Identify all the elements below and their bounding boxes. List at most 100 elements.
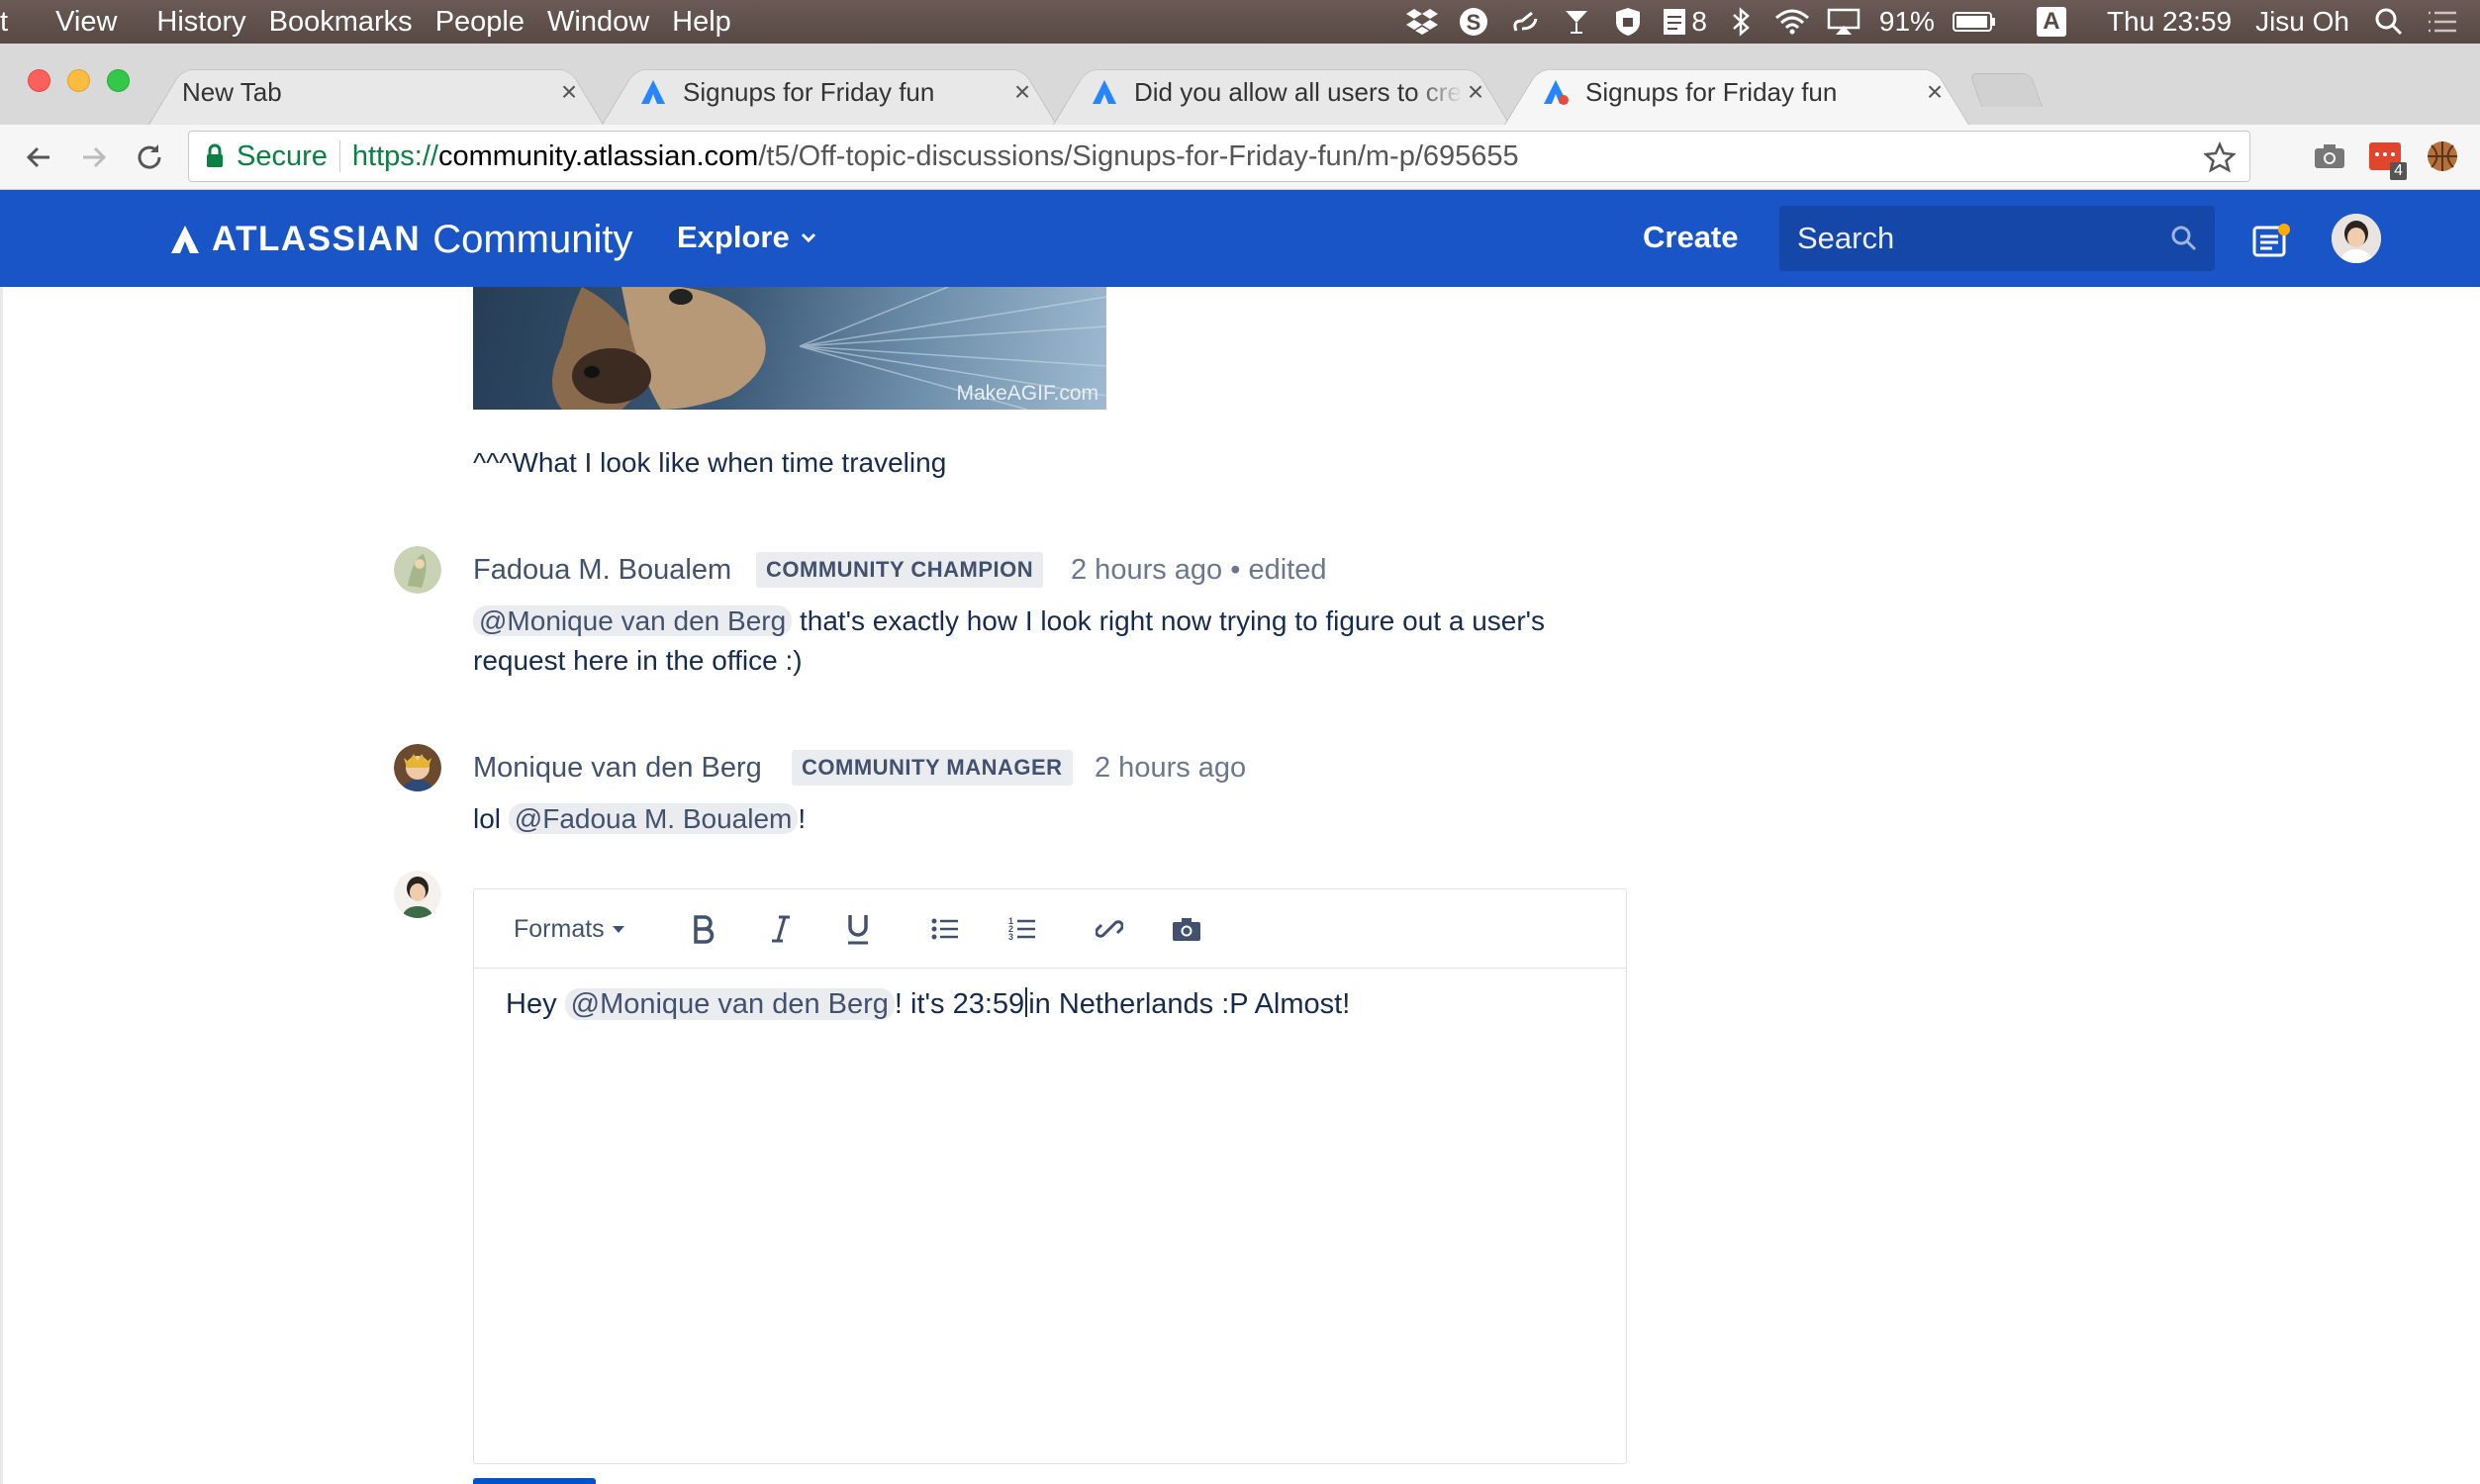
url-path: /t5/Off-topic-discussions/Signups-for-Fr… xyxy=(758,139,1519,172)
avatar-monique[interactable] xyxy=(394,744,441,791)
editor-text-area[interactable]: Hey @Monique van den Berg! it's 23:59 in … xyxy=(506,984,1350,1024)
atlassian-icon xyxy=(1544,80,1569,105)
camera-extension-icon[interactable] xyxy=(2312,139,2347,174)
post-text-time-travel: ^^^What I look like when time traveling xyxy=(473,447,947,478)
reload-icon[interactable] xyxy=(131,139,168,176)
window-zoom-icon[interactable] xyxy=(107,69,130,92)
notifications-icon[interactable] xyxy=(2252,222,2292,259)
hook-icon[interactable] xyxy=(1507,4,1543,40)
atlassian-icon xyxy=(1093,80,1116,104)
window-close-icon[interactable] xyxy=(28,69,50,92)
calendar-extension-icon[interactable]: 4 xyxy=(2367,139,2407,180)
new-tab-button[interactable] xyxy=(1968,73,2044,107)
post-timestamp: 2 hours ago xyxy=(1095,752,1247,784)
menu-item-help[interactable]: Help xyxy=(667,0,749,44)
battery-icon[interactable] xyxy=(1952,4,1996,40)
current-user-avatar xyxy=(394,871,441,918)
dropbox-icon[interactable] xyxy=(1404,4,1440,40)
atlassian-icon xyxy=(641,80,665,104)
tab-signups-active[interactable]: Signups for Friday fun × xyxy=(1504,59,1969,125)
wifi-icon[interactable] xyxy=(1774,4,1810,40)
atlassian-icon xyxy=(171,226,199,253)
tab-new-tab[interactable]: New Tab × xyxy=(148,59,604,125)
tab-close-icon[interactable]: × xyxy=(556,76,582,108)
notes-icon[interactable]: 8 xyxy=(1662,4,1707,40)
menu-item-app[interactable]: t xyxy=(0,0,26,44)
tab-close-icon[interactable]: × xyxy=(1463,76,1488,108)
notification-center-icon[interactable] xyxy=(2425,4,2460,40)
tab-close-icon[interactable]: × xyxy=(1009,76,1035,108)
tab-close-icon[interactable]: × xyxy=(1922,76,1948,108)
italic-icon[interactable] xyxy=(761,909,801,949)
secure-label: Secure xyxy=(237,139,328,172)
extension-badge: 4 xyxy=(2390,162,2407,180)
input-source-icon[interactable]: A xyxy=(2034,4,2069,40)
menu-item-view[interactable]: View xyxy=(26,0,135,44)
tab-title: Did you allow all users to creat xyxy=(1134,76,1463,107)
numbered-list-icon[interactable]: 123 xyxy=(1002,909,1042,949)
reply-body: @Monique van den Berg that's exactly how… xyxy=(473,605,1546,676)
link-icon[interactable] xyxy=(1090,909,1129,949)
community-champion-badge: COMMUNITY CHAMPION xyxy=(756,552,1044,588)
menu-item-bookmarks[interactable]: Bookmarks xyxy=(264,0,430,44)
search-input[interactable]: Search xyxy=(1779,206,2215,271)
author-name[interactable]: Monique van den Berg xyxy=(473,752,762,785)
editor-toolbar: Formats 123 xyxy=(474,889,1626,969)
back-icon[interactable] xyxy=(20,139,57,176)
user-avatar[interactable] xyxy=(2332,214,2381,263)
spotlight-icon[interactable] xyxy=(2371,4,2407,40)
user-mention[interactable]: @Fadoua M. Boualem xyxy=(508,803,799,834)
chevron-down-icon xyxy=(801,232,815,243)
camera-icon[interactable] xyxy=(1167,909,1206,949)
menu-item-history[interactable]: History xyxy=(135,0,263,44)
avatar-fadoua[interactable] xyxy=(394,546,441,594)
atlassian-community-logo[interactable]: ATLASSIAN Community xyxy=(170,218,632,261)
browser-tab-strip: New Tab × Signups for Friday fun × Did y… xyxy=(0,44,2480,125)
logo-product: Community xyxy=(432,217,633,261)
bullet-list-icon[interactable] xyxy=(925,909,965,949)
svg-text:S: S xyxy=(1467,10,1481,35)
notes-count: 8 xyxy=(1691,6,1707,37)
tab-title: New Tab xyxy=(182,76,282,107)
airplay-icon[interactable] xyxy=(1826,4,1861,40)
browser-toolbar: Secure https://community.atlassian.com/t… xyxy=(0,125,2480,190)
window-minimize-icon[interactable] xyxy=(67,69,90,92)
address-bar[interactable]: Secure https://community.atlassian.com/t… xyxy=(188,131,2250,182)
underline-icon[interactable] xyxy=(838,909,878,949)
create-button[interactable]: Create xyxy=(1643,220,1739,255)
formats-dropdown[interactable]: Formats xyxy=(514,909,626,949)
gif-watermark: MakeAGIF.com xyxy=(956,382,1098,405)
shield-icon[interactable] xyxy=(1610,4,1646,40)
menu-bar-clock[interactable]: Thu 23:59 xyxy=(2107,6,2232,38)
post-timestamp: 2 hours ago • edited xyxy=(1071,554,1327,586)
site-header: ATLASSIAN Community Explore Create Searc… xyxy=(0,190,2480,287)
search-icon[interactable] xyxy=(2169,224,2199,253)
search-placeholder: Search xyxy=(1797,221,1895,255)
caret-down-icon xyxy=(612,926,624,933)
basketball-extension-icon[interactable] xyxy=(2425,139,2460,174)
explore-menu[interactable]: Explore xyxy=(677,220,819,255)
menu-bar-user[interactable]: Jisu Oh xyxy=(2255,6,2349,38)
time-travel-gif: MakeAGIF.com xyxy=(473,287,1106,410)
submit-button[interactable] xyxy=(473,1478,596,1484)
author-name[interactable]: Fadoua M. Boualem xyxy=(473,554,731,587)
user-mention[interactable]: @Monique van den Berg xyxy=(473,605,793,636)
menu-item-people[interactable]: People xyxy=(430,0,542,44)
reply-editor: Formats 123 Hey @Monique van den Berg! i… xyxy=(473,888,1627,1464)
tab-signups-1[interactable]: Signups for Friday fun × xyxy=(602,59,1057,125)
menu-item-window[interactable]: Window xyxy=(542,0,667,44)
menu-bar-status-area: S 8 91% A Thu 23:59 Jisu Oh xyxy=(1396,0,2480,44)
bookmark-star-icon[interactable] xyxy=(2204,141,2236,173)
svg-text:3: 3 xyxy=(1008,932,1013,942)
tab-title: Signups for Friday fun xyxy=(1585,76,1838,107)
cocktail-icon[interactable] xyxy=(1559,4,1594,40)
forward-icon[interactable] xyxy=(75,139,113,176)
skype-icon[interactable]: S xyxy=(1456,4,1491,40)
reply-body: lol @Fadoua M. Boualem! xyxy=(473,803,807,834)
user-mention[interactable]: @Monique van den Berg xyxy=(564,988,895,1020)
bluetooth-icon[interactable] xyxy=(1723,4,1759,40)
tab-did-you-allow[interactable]: Did you allow all users to creat × xyxy=(1053,59,1510,125)
url-scheme: https:// xyxy=(351,139,438,172)
explore-label: Explore xyxy=(677,220,790,254)
bold-icon[interactable] xyxy=(684,909,723,949)
